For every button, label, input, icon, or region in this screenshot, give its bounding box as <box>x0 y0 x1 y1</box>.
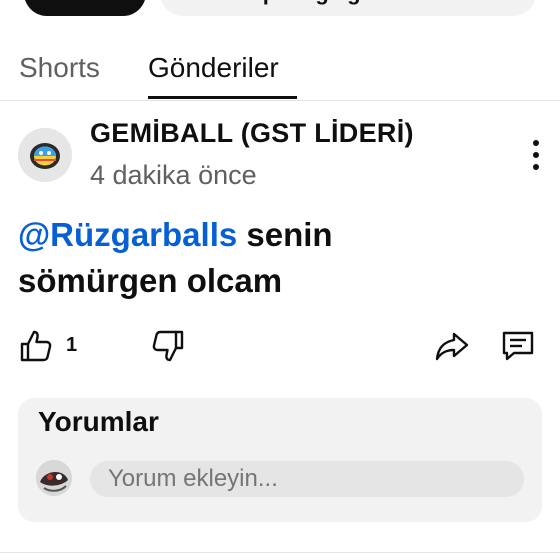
post-text: @Rüzgarballs senin sömürgen olcam <box>18 212 538 304</box>
tabs-divider <box>0 100 560 101</box>
share-button[interactable] <box>434 328 470 364</box>
comments-title: Yorumlar <box>38 406 159 437</box>
chip-all[interactable]: Tüm <box>24 0 146 16</box>
user-avatar <box>36 460 72 496</box>
tab-shorts[interactable]: Shorts <box>19 48 100 100</box>
comment-icon <box>502 331 534 361</box>
chip-sort[interactable]: Topluluğa göre sırala <box>160 0 536 16</box>
comment-input[interactable] <box>90 461 524 497</box>
tab-posts[interactable]: Gönderiler <box>148 48 279 100</box>
author-avatar[interactable] <box>18 128 72 182</box>
comment-button[interactable] <box>500 328 536 364</box>
active-tab-indicator <box>148 96 297 99</box>
like-count: 1 <box>66 334 78 356</box>
post-mention[interactable]: @Rüzgarballs <box>18 216 237 253</box>
post-text-line1: senin <box>237 216 333 253</box>
post-author[interactable]: GEMİBALL (GST LİDERİ) <box>90 118 414 149</box>
filter-chips: Tüm Topluluğa göre sırala <box>0 0 560 18</box>
comments-section[interactable]: Yorumlar <box>18 398 542 522</box>
more-vertical-icon[interactable] <box>522 140 550 170</box>
share-icon <box>435 332 469 361</box>
thumbs-up-icon <box>20 330 52 362</box>
avatar-logo-icon <box>18 128 72 182</box>
post-time: 4 dakika önce <box>90 160 257 190</box>
user-avatar-icon <box>36 460 72 496</box>
channel-tabs: Shorts Gönderiler <box>0 40 560 100</box>
post-text-line2: sömürgen olcam <box>18 262 283 299</box>
dislike-button[interactable] <box>150 328 186 364</box>
bottom-divider <box>0 552 560 553</box>
thumbs-down-icon <box>152 330 184 362</box>
like-button[interactable] <box>18 328 54 364</box>
